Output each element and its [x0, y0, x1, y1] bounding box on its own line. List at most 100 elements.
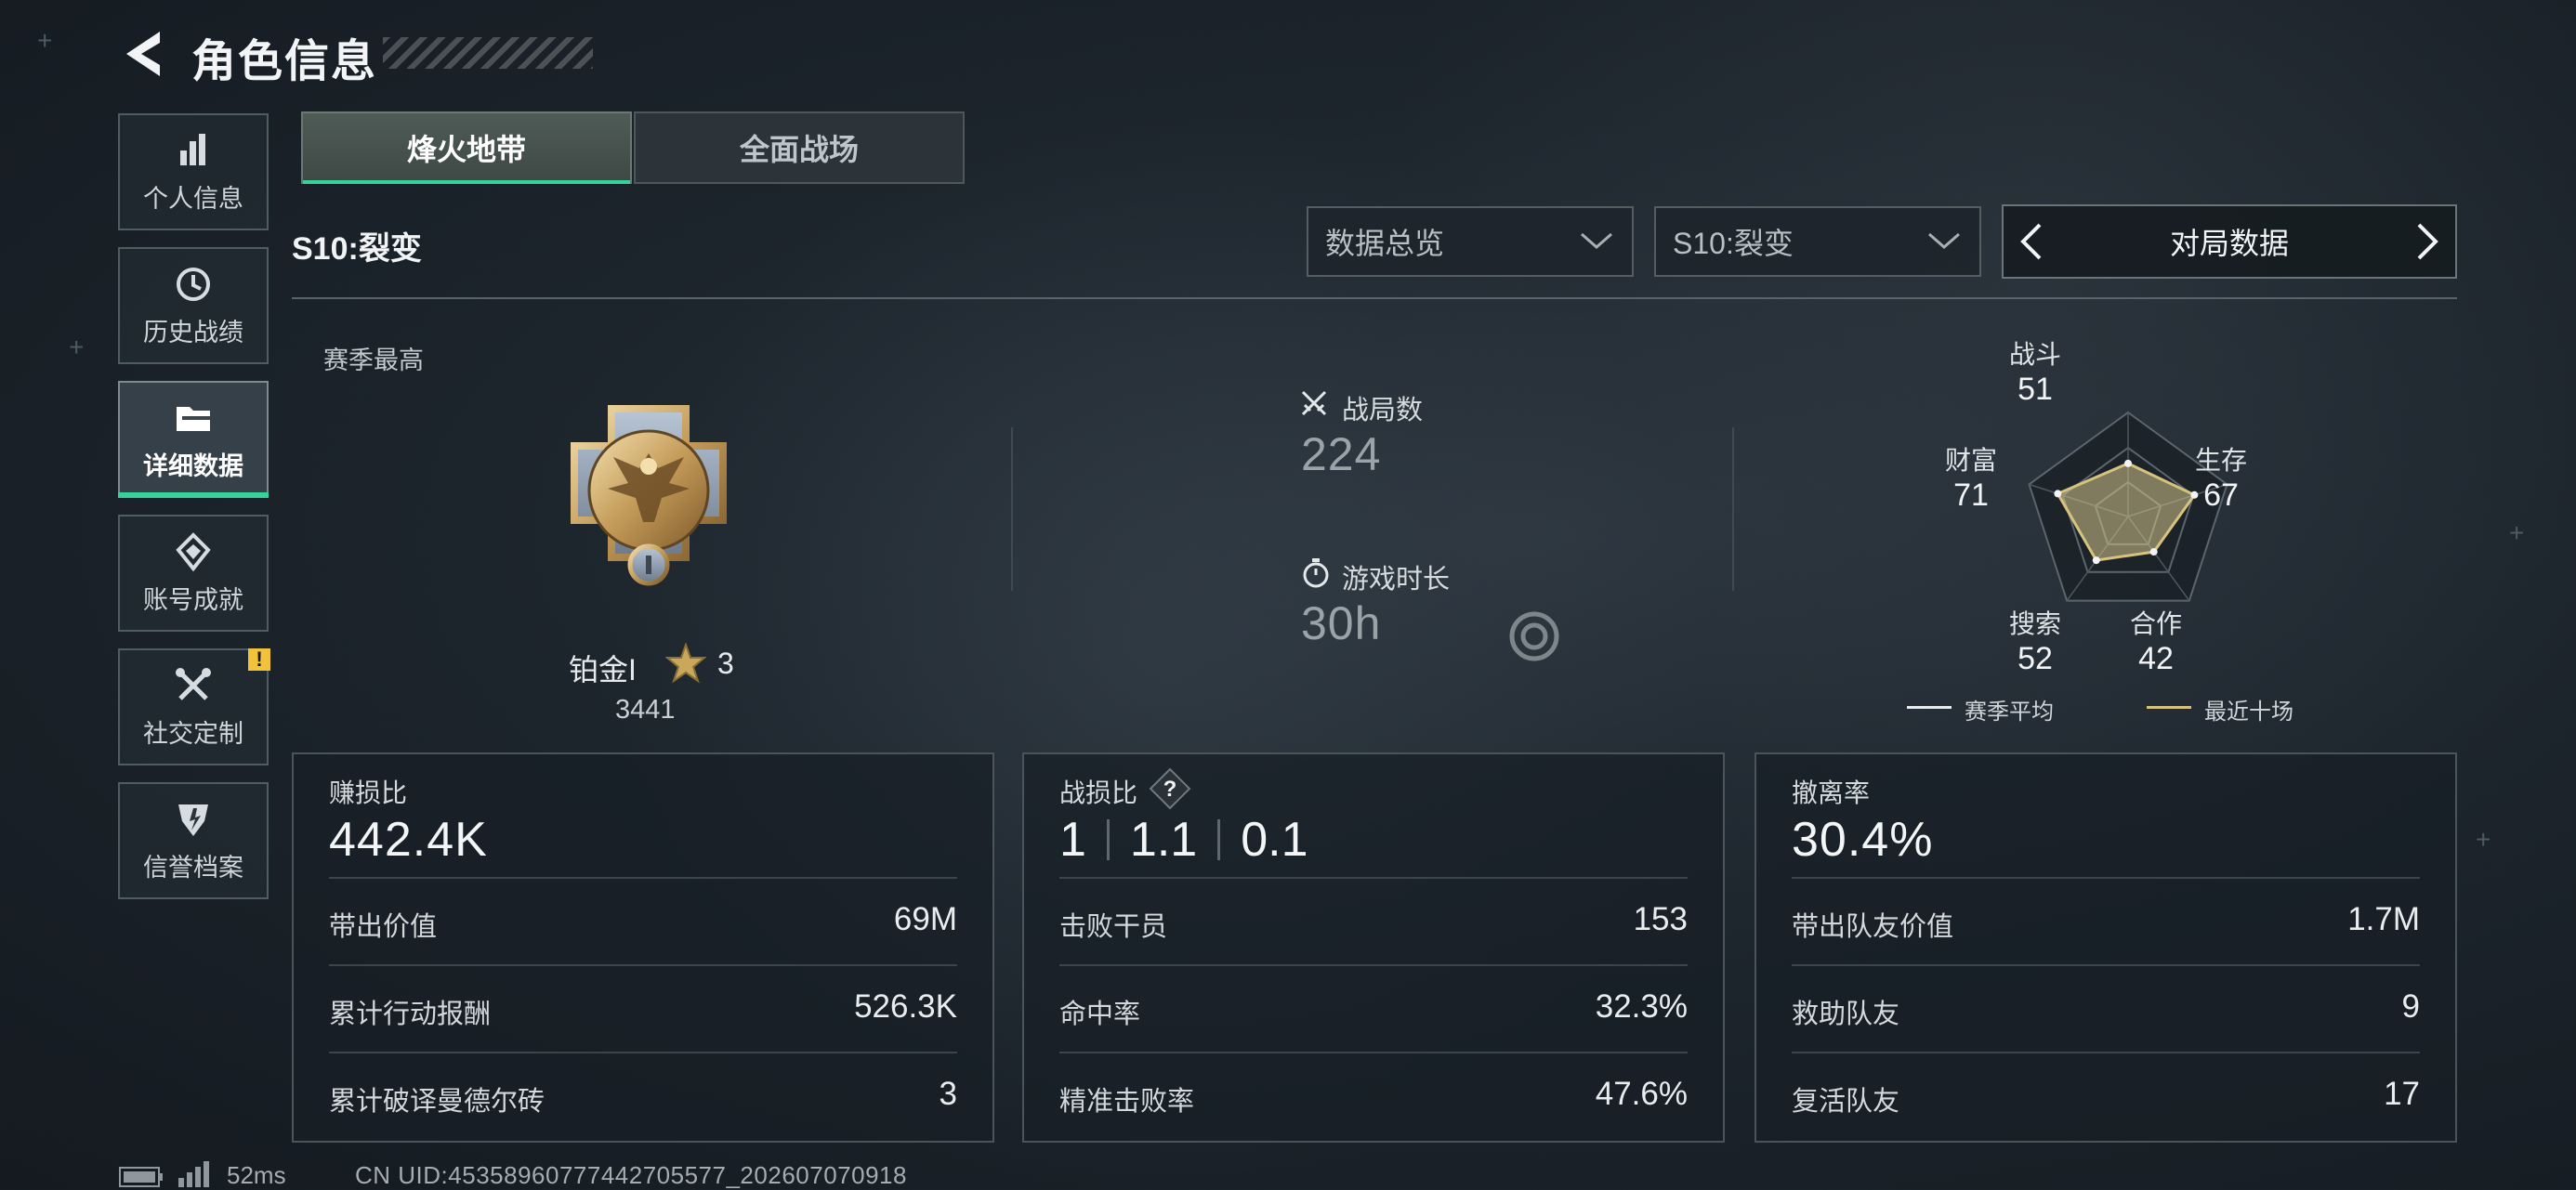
- divider: [292, 297, 2457, 299]
- stat-value: 9: [2401, 988, 2420, 1025]
- matches-value: 224: [1301, 428, 1382, 480]
- rank-name: 铂金I: [569, 653, 637, 687]
- radar-value-cooperation: 42: [2138, 641, 2174, 676]
- stat-row: 精准击败率 47.6%: [1059, 1052, 1688, 1141]
- chevron-down-icon: [1928, 232, 1960, 249]
- radar-point: [2149, 548, 2158, 556]
- sidebar-item-detailed-data[interactable]: 详细数据: [118, 381, 269, 498]
- sidebar-item-label: 账号成就: [143, 585, 243, 614]
- separator: [1217, 819, 1221, 860]
- tab-full-battlefield[interactable]: 全面战场: [634, 111, 965, 184]
- kd-value: 1.1: [1129, 813, 1198, 867]
- radar-label-cooperation: 合作: [2129, 609, 2182, 638]
- bar-chart-icon: [180, 133, 205, 165]
- separator: [1106, 819, 1110, 860]
- sidebar-item-label: 详细数据: [143, 451, 243, 480]
- stat-value: 32.3%: [1595, 988, 1688, 1025]
- card-title: 撤离率: [1792, 778, 1871, 807]
- ping-readout: 52ms: [227, 1161, 286, 1189]
- card-main-value: 442.4K: [329, 813, 488, 867]
- match-data-pager: 对局数据: [2002, 204, 2457, 279]
- divider: [1732, 427, 1734, 591]
- playtime-label: 游戏时长: [1342, 565, 1451, 595]
- credit-shield-icon: [178, 804, 208, 836]
- season-dropdown[interactable]: S10:裂变: [1654, 206, 1981, 277]
- radar-value-combat: 51: [2017, 372, 2053, 407]
- battery-icon: [119, 1167, 163, 1187]
- divider: [1011, 427, 1013, 591]
- stat-row: 累计破译曼德尔砖 3: [329, 1052, 957, 1141]
- stat-label: 累计破译曼德尔砖: [329, 1087, 545, 1117]
- stat-value: 69M: [893, 901, 957, 937]
- stat-value: 17: [2384, 1076, 2420, 1112]
- radar-point: [2092, 556, 2100, 565]
- plus-decoration-icon: +: [69, 333, 85, 361]
- chevron-down-icon: [1581, 232, 1612, 249]
- kd-value: 1: [1059, 813, 1086, 867]
- stat-row: 累计行动报酬 526.3K: [329, 964, 957, 1053]
- radar-label-survival: 生存: [2194, 446, 2247, 475]
- tab-beacon-zone[interactable]: 烽火地带: [301, 111, 632, 184]
- stat-label: 救助队友: [1792, 1000, 1900, 1029]
- legend-line-recent: [2147, 706, 2191, 709]
- rank-emblem-icon: [571, 405, 727, 586]
- stat-value: 526.3K: [854, 988, 957, 1025]
- stat-row: 命中率 32.3%: [1059, 964, 1688, 1053]
- sidebar-item-achievements[interactable]: 账号成就: [118, 515, 269, 632]
- pager-label: 对局数据: [2169, 227, 2289, 260]
- back-arrow-icon[interactable]: [119, 28, 167, 80]
- sidebar-item-label: 信誉档案: [143, 853, 243, 882]
- stat-row: 救助队友 9: [1792, 964, 2420, 1053]
- page-title: 角色信息: [191, 37, 378, 86]
- sidebar-item-label: 个人信息: [143, 184, 243, 213]
- radar-point: [2124, 459, 2132, 467]
- alert-badge: !: [248, 648, 270, 671]
- sidebar-item-label: 历史战绩: [143, 318, 243, 347]
- radar-label-search: 搜索: [2008, 609, 2061, 638]
- achievement-icon: [176, 531, 211, 571]
- radar-value-search: 52: [2017, 641, 2053, 676]
- sidebar-item-social[interactable]: 社交定制 !: [118, 648, 270, 765]
- radar-label-wealth: 财富: [1944, 446, 1997, 475]
- stat-label: 带出队友价值: [1792, 912, 1954, 942]
- sidebar-item-personal-info[interactable]: 个人信息: [118, 113, 269, 230]
- crossed-swords-icon: [1301, 390, 1327, 416]
- help-icon[interactable]: ?: [1149, 767, 1191, 810]
- season-best-caption: 赛季最高: [323, 347, 424, 374]
- sidebar-item-credit[interactable]: 信誉档案: [118, 782, 269, 899]
- legend-season-avg: 赛季平均: [1965, 700, 2054, 725]
- playtime-value: 30h: [1301, 597, 1382, 649]
- stat-row: 复活队友 17: [1792, 1052, 2420, 1141]
- kd-value: 0.1: [1241, 813, 1308, 867]
- stat-row: 击败干员 153: [1059, 877, 1688, 966]
- plus-decoration-icon: +: [37, 26, 53, 55]
- chevron-right-icon: [2417, 223, 2438, 260]
- stat-value: 1.7M: [2347, 901, 2420, 937]
- stat-row: 带出队友价值 1.7M: [1792, 877, 2420, 966]
- stat-value: 3: [939, 1076, 957, 1112]
- pager-next-button[interactable]: [2399, 206, 2455, 277]
- pager-prev-button[interactable]: [2004, 206, 2059, 277]
- sidebar-item-history[interactable]: 历史战绩: [118, 247, 269, 364]
- matches-label: 战局数: [1342, 396, 1424, 425]
- user-uid: CN UID:4535896077744270557​7_20260707091…: [355, 1161, 907, 1189]
- profit-ratio-card: 赚损比 442.4K 带出价值 69M 累计行动报酬 526.3K 累计破译曼德…: [292, 752, 994, 1143]
- stat-label: 累计行动报酬: [329, 1000, 492, 1029]
- stat-label: 精准击败率: [1059, 1087, 1195, 1117]
- stat-label: 复活队友: [1792, 1087, 1900, 1117]
- stat-value: 47.6%: [1595, 1076, 1688, 1112]
- title-decoration: [383, 37, 593, 69]
- radar-value-survival: 67: [2203, 477, 2239, 513]
- kd-values: 1 1.1 0.1: [1059, 812, 1308, 868]
- overview-dropdown[interactable]: 数据总览: [1307, 206, 1634, 277]
- stat-label: 击败干员: [1059, 912, 1168, 942]
- legend-line-season-avg: [1907, 706, 1952, 709]
- rank-star-count: 3: [717, 647, 734, 680]
- plus-decoration-icon: +: [2509, 518, 2525, 547]
- target-icon[interactable]: [1507, 609, 1561, 663]
- stopwatch-icon: [1303, 558, 1329, 588]
- radar-label-combat: 战斗: [2008, 340, 2061, 369]
- stat-value: 153: [1633, 901, 1688, 937]
- radar-point: [2054, 490, 2062, 498]
- chevron-left-icon: [2020, 223, 2042, 260]
